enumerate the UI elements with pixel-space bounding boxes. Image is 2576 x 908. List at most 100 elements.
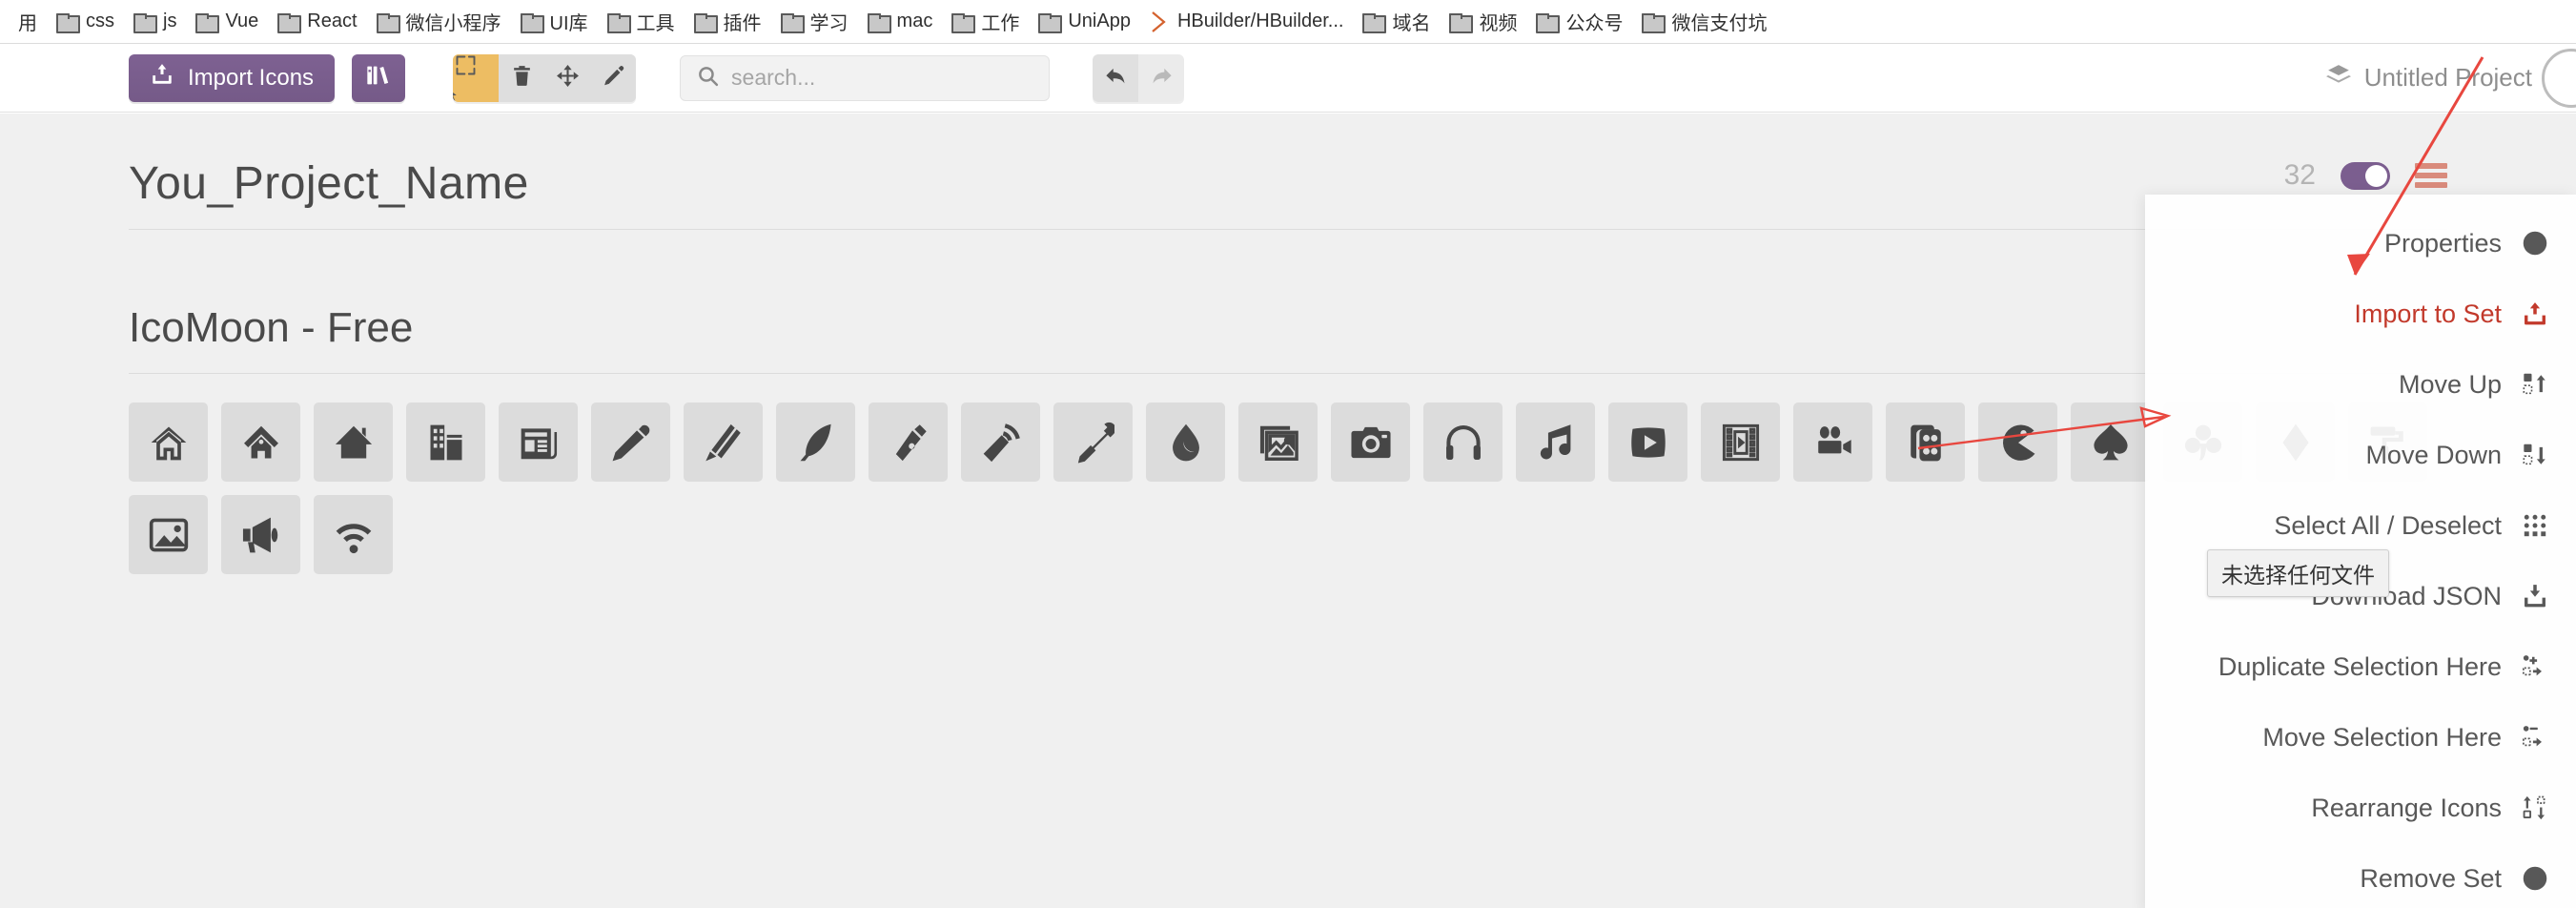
search-input[interactable] bbox=[731, 65, 1034, 91]
set-title: IcoMoon - Free bbox=[129, 304, 414, 351]
folder-icon bbox=[1642, 12, 1666, 33]
bookmark-label: React bbox=[307, 10, 358, 31]
wifi-icon bbox=[333, 514, 375, 556]
remove-circle-icon bbox=[2521, 864, 2549, 893]
project-title: You_Project_Name bbox=[129, 158, 529, 209]
bookmark-item[interactable]: 插件 bbox=[685, 0, 771, 43]
menu-item-move-down[interactable]: Move Down bbox=[2145, 420, 2549, 490]
icon-cell[interactable] bbox=[1331, 402, 1410, 482]
icon-grid bbox=[129, 374, 2447, 574]
icon-cell[interactable] bbox=[1238, 402, 1318, 482]
bookmark-item[interactable]: Vue bbox=[186, 0, 268, 43]
bookmark-label: 视频 bbox=[1479, 13, 1518, 34]
icon-cell[interactable] bbox=[1608, 402, 1687, 482]
hamburger-menu-icon[interactable] bbox=[2415, 163, 2447, 188]
edit-tool-button[interactable] bbox=[590, 53, 637, 102]
icon-cell[interactable] bbox=[221, 495, 300, 574]
icon-cell[interactable] bbox=[1886, 402, 1965, 482]
icon-cell[interactable] bbox=[129, 402, 208, 482]
bookmark-item[interactable]: HBuilder/HBuilder... bbox=[1140, 0, 1354, 43]
select-tool-button[interactable] bbox=[453, 53, 500, 102]
delete-tool-button[interactable] bbox=[499, 53, 545, 102]
bookmark-item[interactable]: mac bbox=[858, 0, 943, 43]
select-grid-icon bbox=[2521, 511, 2549, 540]
icon-cell[interactable] bbox=[591, 402, 670, 482]
bookmark-label: Vue bbox=[225, 10, 259, 31]
bookmark-item[interactable]: 公众号 bbox=[1526, 0, 1632, 43]
search-box[interactable] bbox=[680, 54, 1051, 101]
bookmark-item[interactable]: 工具 bbox=[598, 0, 685, 43]
import-icons-label: Import Icons bbox=[188, 64, 315, 91]
folder-icon bbox=[693, 12, 718, 33]
icon-cell[interactable] bbox=[499, 402, 578, 482]
icon-cell[interactable] bbox=[869, 402, 948, 482]
project-meta-controls: 32 bbox=[2284, 159, 2447, 192]
menu-item-duplicate-selection-here[interactable]: Duplicate Selection Here bbox=[2145, 631, 2549, 702]
pencil-lines-icon bbox=[703, 422, 745, 464]
bookmark-item[interactable]: 用 bbox=[0, 0, 47, 43]
bookmark-item[interactable]: React bbox=[268, 0, 366, 43]
menu-item-rearrange-icons[interactable]: Rearrange Icons bbox=[2145, 773, 2549, 843]
icon-cell[interactable] bbox=[1793, 402, 1872, 482]
bookmark-item[interactable]: 微信支付坑 bbox=[1632, 0, 1776, 43]
undo-arrow-icon bbox=[1103, 63, 1129, 93]
history-group bbox=[1093, 53, 1185, 102]
menu-item-label: Select All / Deselect bbox=[2274, 510, 2502, 540]
home-outline-icon bbox=[148, 422, 190, 464]
bookmark-item[interactable]: 学习 bbox=[771, 0, 858, 43]
icon-cell[interactable] bbox=[1516, 402, 1595, 482]
bookmark-label: 用 bbox=[18, 13, 37, 34]
menu-item-remove-set[interactable]: Remove Set bbox=[2145, 843, 2549, 908]
move-down-icon bbox=[2521, 441, 2549, 469]
icon-count-label: 32 bbox=[2283, 159, 2316, 191]
bookmark-item[interactable]: 工作 bbox=[942, 0, 1029, 43]
undo-button[interactable] bbox=[1093, 53, 1139, 102]
bookmark-item[interactable]: 视频 bbox=[1440, 0, 1526, 43]
project-visibility-toggle[interactable] bbox=[2341, 161, 2390, 190]
menu-item-import-to-set[interactable]: Import to Set bbox=[2145, 279, 2549, 349]
folder-icon bbox=[277, 12, 302, 33]
download-icon bbox=[2521, 582, 2549, 610]
move-tool-button[interactable] bbox=[544, 53, 591, 102]
project-name-label[interactable]: Untitled Project bbox=[2364, 63, 2532, 93]
icon-cell[interactable] bbox=[1053, 402, 1133, 482]
icon-cell[interactable] bbox=[221, 402, 300, 482]
icon-cell[interactable] bbox=[1423, 402, 1503, 482]
menu-item-properties[interactable]: Properties bbox=[2145, 208, 2549, 279]
icon-cell[interactable] bbox=[406, 402, 485, 482]
search-icon bbox=[696, 64, 720, 93]
bookmark-item[interactable]: js bbox=[124, 0, 186, 43]
bookmark-item[interactable]: UniApp bbox=[1029, 0, 1140, 43]
bookmark-item[interactable]: 微信小程序 bbox=[367, 0, 511, 43]
pencil-icon bbox=[602, 64, 625, 93]
bookmark-label: 工具 bbox=[636, 13, 675, 34]
redo-button[interactable] bbox=[1138, 53, 1185, 102]
upload-icon bbox=[2521, 299, 2549, 328]
icon-cell[interactable] bbox=[1146, 402, 1225, 482]
menu-item-move-selection-here[interactable]: Move Selection Here bbox=[2145, 702, 2549, 773]
bookmark-item[interactable]: UI库 bbox=[511, 0, 598, 43]
menu-item-label: Rearrange Icons bbox=[2311, 793, 2502, 822]
play-video-icon bbox=[1627, 422, 1669, 464]
icon-library-button[interactable] bbox=[352, 53, 406, 102]
icon-cell[interactable] bbox=[314, 495, 393, 574]
menu-item-move-up[interactable]: Move Up bbox=[2145, 349, 2549, 420]
icon-cell[interactable] bbox=[684, 402, 763, 482]
user-avatar[interactable] bbox=[2542, 48, 2576, 108]
menu-item-label: Move Up bbox=[2398, 369, 2502, 399]
icon-cell[interactable] bbox=[2071, 402, 2150, 482]
folder-icon bbox=[520, 12, 544, 33]
icon-cell[interactable] bbox=[776, 402, 855, 482]
icon-cell[interactable] bbox=[961, 402, 1040, 482]
icon-cell[interactable] bbox=[1701, 402, 1780, 482]
menu-item-label: Import to Set bbox=[2354, 299, 2502, 328]
icon-cell[interactable] bbox=[314, 402, 393, 482]
icon-cell[interactable] bbox=[129, 495, 208, 574]
folder-icon bbox=[606, 12, 631, 33]
import-icons-button[interactable]: Import Icons bbox=[129, 53, 336, 102]
bookmark-item[interactable]: css bbox=[47, 0, 124, 43]
bookmark-item[interactable]: 域名 bbox=[1353, 0, 1440, 43]
icon-cell[interactable] bbox=[1978, 402, 2057, 482]
eyedropper-icon bbox=[1073, 422, 1114, 464]
trash-icon bbox=[510, 64, 534, 93]
